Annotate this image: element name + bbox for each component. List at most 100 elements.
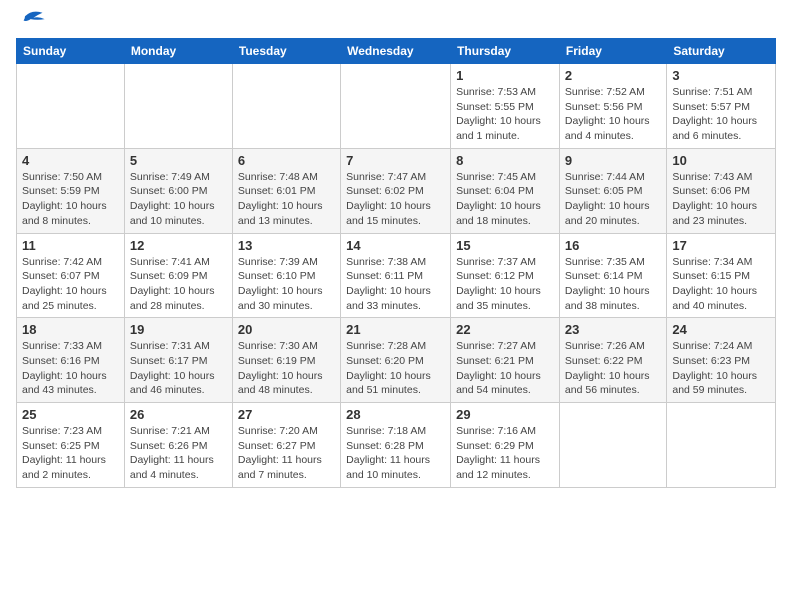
day-info: Sunrise: 7:51 AMSunset: 5:57 PMDaylight:… [672, 85, 770, 144]
day-number: 5 [130, 153, 227, 168]
day-number: 27 [238, 407, 335, 422]
calendar-day-cell: 14 Sunrise: 7:38 AMSunset: 6:11 PMDayligh… [341, 233, 451, 318]
day-number: 12 [130, 238, 227, 253]
calendar-day-cell: 7Sunrise: 7:47 AMSunset: 6:02 PMDaylight… [341, 148, 451, 233]
calendar-day-cell: 29 Sunrise: 7:16 AMSunset: 6:29 PMDayligh… [451, 403, 560, 488]
weekday-header-cell: Monday [124, 39, 232, 64]
day-info: Sunrise: 7:39 AMSunset: 6:10 PMDaylight:… [238, 255, 335, 314]
calendar-day-cell: 5 Sunrise: 7:49 AMSunset: 6:00 PMDaylight… [124, 148, 232, 233]
calendar-day-cell [341, 64, 451, 149]
day-info: Sunrise: 7:31 AMSunset: 6:17 PMDaylight:… [130, 339, 227, 398]
calendar-day-cell: 9Sunrise: 7:44 AMSunset: 6:05 PMDaylight… [559, 148, 666, 233]
day-number: 4 [22, 153, 119, 168]
day-info: Sunrise: 7:23 AMSunset: 6:25 PMDaylight:… [22, 424, 119, 483]
weekday-header-row: SundayMondayTuesdayWednesdayThursdayFrid… [17, 39, 776, 64]
day-info: Sunrise: 7:26 AMSunset: 6:22 PMDaylight:… [565, 339, 661, 398]
calendar-day-cell: 25 Sunrise: 7:23 AMSunset: 6:25 PMDayligh… [17, 403, 125, 488]
calendar-day-cell: 2 Sunrise: 7:52 AMSunset: 5:56 PMDaylight… [559, 64, 666, 149]
weekday-header-cell: Saturday [667, 39, 776, 64]
day-number: 17 [672, 238, 770, 253]
calendar-day-cell: 19 Sunrise: 7:31 AMSunset: 6:17 PMDayligh… [124, 318, 232, 403]
day-info: Sunrise: 7:52 AMSunset: 5:56 PMDaylight:… [565, 85, 661, 144]
day-number: 10 [672, 153, 770, 168]
weekday-header-cell: Sunday [17, 39, 125, 64]
calendar-day-cell: 15Sunrise: 7:37 AMSunset: 6:12 PMDayligh… [451, 233, 560, 318]
day-info: Sunrise: 7:43 AMSunset: 6:06 PMDaylight:… [672, 170, 770, 229]
day-info: Sunrise: 7:33 AMSunset: 6:16 PMDaylight:… [22, 339, 119, 398]
calendar-day-cell: 24Sunrise: 7:24 AMSunset: 6:23 PMDayligh… [667, 318, 776, 403]
day-number: 29 [456, 407, 554, 422]
day-number: 21 [346, 322, 445, 337]
calendar-day-cell: 11Sunrise: 7:42 AMSunset: 6:07 PMDayligh… [17, 233, 125, 318]
day-info: Sunrise: 7:34 AMSunset: 6:15 PMDaylight:… [672, 255, 770, 314]
day-number: 18 [22, 322, 119, 337]
day-info: Sunrise: 7:24 AMSunset: 6:23 PMDaylight:… [672, 339, 770, 398]
day-number: 3 [672, 68, 770, 83]
calendar-day-cell: 16Sunrise: 7:35 AMSunset: 6:14 PMDayligh… [559, 233, 666, 318]
day-info: Sunrise: 7:35 AMSunset: 6:14 PMDaylight:… [565, 255, 661, 314]
calendar-day-cell [17, 64, 125, 149]
day-info: Sunrise: 7:50 AMSunset: 5:59 PMDaylight:… [22, 170, 119, 229]
day-info: Sunrise: 7:30 AMSunset: 6:19 PMDaylight:… [238, 339, 335, 398]
calendar-week-row: 18 Sunrise: 7:33 AMSunset: 6:16 PMDayligh… [17, 318, 776, 403]
calendar-day-cell: 10 Sunrise: 7:43 AMSunset: 6:06 PMDayligh… [667, 148, 776, 233]
day-number: 1 [456, 68, 554, 83]
calendar-day-cell: 27 Sunrise: 7:20 AMSunset: 6:27 PMDayligh… [232, 403, 340, 488]
day-info: Sunrise: 7:38 AMSunset: 6:11 PMDaylight:… [346, 255, 445, 314]
day-number: 7 [346, 153, 445, 168]
day-info: Sunrise: 7:28 AMSunset: 6:20 PMDaylight:… [346, 339, 445, 398]
calendar-week-row: 25 Sunrise: 7:23 AMSunset: 6:25 PMDayligh… [17, 403, 776, 488]
calendar-day-cell: 21 Sunrise: 7:28 AMSunset: 6:20 PMDayligh… [341, 318, 451, 403]
day-info: Sunrise: 7:48 AMSunset: 6:01 PMDaylight:… [238, 170, 335, 229]
day-info: Sunrise: 7:37 AMSunset: 6:12 PMDaylight:… [456, 255, 554, 314]
calendar-day-cell: 22Sunrise: 7:27 AMSunset: 6:21 PMDayligh… [451, 318, 560, 403]
day-number: 13 [238, 238, 335, 253]
day-info: Sunrise: 7:27 AMSunset: 6:21 PMDaylight:… [456, 339, 554, 398]
calendar-day-cell: 4 Sunrise: 7:50 AMSunset: 5:59 PMDaylight… [17, 148, 125, 233]
calendar-day-cell [124, 64, 232, 149]
calendar-day-cell [559, 403, 666, 488]
day-number: 2 [565, 68, 661, 83]
calendar-day-cell: 18 Sunrise: 7:33 AMSunset: 6:16 PMDayligh… [17, 318, 125, 403]
calendar-day-cell: 8 Sunrise: 7:45 AMSunset: 6:04 PMDaylight… [451, 148, 560, 233]
calendar-day-cell: 17 Sunrise: 7:34 AMSunset: 6:15 PMDayligh… [667, 233, 776, 318]
day-number: 23 [565, 322, 661, 337]
calendar-day-cell: 13 Sunrise: 7:39 AMSunset: 6:10 PMDayligh… [232, 233, 340, 318]
day-number: 25 [22, 407, 119, 422]
calendar-day-cell: 26 Sunrise: 7:21 AMSunset: 6:26 PMDayligh… [124, 403, 232, 488]
calendar-day-cell: 23 Sunrise: 7:26 AMSunset: 6:22 PMDayligh… [559, 318, 666, 403]
weekday-header-cell: Tuesday [232, 39, 340, 64]
calendar-day-cell: 6 Sunrise: 7:48 AMSunset: 6:01 PMDaylight… [232, 148, 340, 233]
day-info: Sunrise: 7:21 AMSunset: 6:26 PMDaylight:… [130, 424, 227, 483]
day-info: Sunrise: 7:45 AMSunset: 6:04 PMDaylight:… [456, 170, 554, 229]
day-number: 28 [346, 407, 445, 422]
day-info: Sunrise: 7:18 AMSunset: 6:28 PMDaylight:… [346, 424, 445, 483]
day-number: 19 [130, 322, 227, 337]
calendar-day-cell [232, 64, 340, 149]
day-number: 8 [456, 153, 554, 168]
day-info: Sunrise: 7:41 AMSunset: 6:09 PMDaylight:… [130, 255, 227, 314]
calendar-day-cell: 1 Sunrise: 7:53 AMSunset: 5:55 PMDaylight… [451, 64, 560, 149]
day-number: 14 [346, 238, 445, 253]
day-number: 6 [238, 153, 335, 168]
logo [16, 16, 46, 26]
page-header [16, 16, 776, 26]
day-info: Sunrise: 7:49 AMSunset: 6:00 PMDaylight:… [130, 170, 227, 229]
weekday-header-cell: Friday [559, 39, 666, 64]
calendar-day-cell: 3 Sunrise: 7:51 AMSunset: 5:57 PMDaylight… [667, 64, 776, 149]
day-number: 26 [130, 407, 227, 422]
calendar-week-row: 4 Sunrise: 7:50 AMSunset: 5:59 PMDaylight… [17, 148, 776, 233]
day-number: 11 [22, 238, 119, 253]
day-info: Sunrise: 7:16 AMSunset: 6:29 PMDaylight:… [456, 424, 554, 483]
day-info: Sunrise: 7:53 AMSunset: 5:55 PMDaylight:… [456, 85, 554, 144]
calendar-week-row: 1 Sunrise: 7:53 AMSunset: 5:55 PMDaylight… [17, 64, 776, 149]
calendar-table: SundayMondayTuesdayWednesdayThursdayFrid… [16, 38, 776, 488]
calendar-day-cell: 12 Sunrise: 7:41 AMSunset: 6:09 PMDayligh… [124, 233, 232, 318]
calendar-day-cell: 20 Sunrise: 7:30 AMSunset: 6:19 PMDayligh… [232, 318, 340, 403]
calendar-day-cell [667, 403, 776, 488]
weekday-header-cell: Wednesday [341, 39, 451, 64]
day-number: 20 [238, 322, 335, 337]
calendar-week-row: 11Sunrise: 7:42 AMSunset: 6:07 PMDayligh… [17, 233, 776, 318]
calendar-body: 1 Sunrise: 7:53 AMSunset: 5:55 PMDaylight… [17, 64, 776, 488]
day-info: Sunrise: 7:20 AMSunset: 6:27 PMDaylight:… [238, 424, 335, 483]
